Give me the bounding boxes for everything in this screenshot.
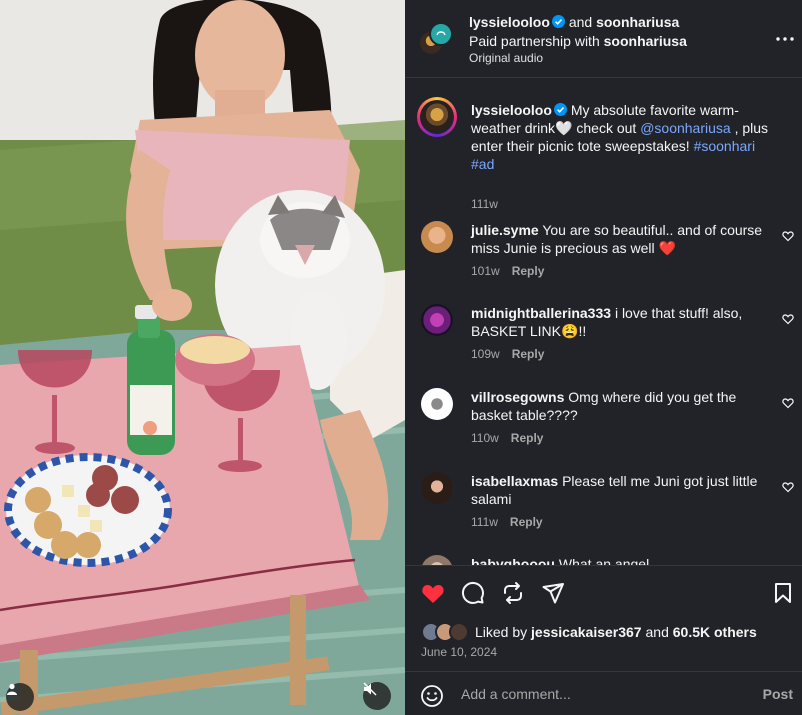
comment-body: What an angel — [558, 556, 650, 565]
heart-filled-icon — [422, 585, 444, 603]
comment-button[interactable] — [460, 580, 486, 606]
repost-button[interactable] — [500, 580, 526, 606]
comment-age[interactable]: 111w — [471, 515, 498, 529]
caption-avatar[interactable] — [417, 97, 457, 137]
reply-button[interactable]: Reply — [512, 347, 545, 361]
audio-label[interactable]: Original audio — [469, 50, 687, 66]
post-media[interactable] — [0, 0, 405, 715]
caption-row: lyssielooloo My absolute favorite warm-w… — [405, 97, 802, 211]
comment-meta: 109w Reply — [471, 347, 544, 361]
mute-button[interactable] — [363, 682, 391, 710]
comment-text: babyghooou What an angel — [471, 555, 771, 565]
comments-list[interactable]: lyssielooloo My absolute favorite warm-w… — [405, 79, 802, 565]
caption-body-2: check out — [576, 120, 637, 136]
caption-text: lyssielooloo My absolute favorite warm-w… — [471, 101, 771, 173]
likes-prefix: Liked by — [475, 624, 528, 640]
comment-meta: 110w Reply — [471, 431, 543, 445]
comment-row: villrosegowns Omg where did you get the … — [405, 388, 802, 448]
partner-username[interactable]: soonhariusa — [604, 33, 687, 49]
liker-avatars — [421, 622, 471, 642]
commenter-avatar[interactable] — [421, 221, 453, 253]
reply-button[interactable]: Reply — [511, 431, 544, 445]
comment-row: isabellaxmas Please tell me Juni got jus… — [405, 472, 802, 532]
commenter-username[interactable]: villrosegowns — [471, 389, 564, 405]
comment-text: isabellaxmas Please tell me Juni got jus… — [471, 472, 771, 508]
comment-meta: 101w Reply — [471, 264, 544, 278]
emoji-picker-icon[interactable] — [420, 684, 444, 708]
commenter-avatar[interactable] — [421, 388, 453, 420]
repost-icon — [504, 582, 522, 604]
likes-summary[interactable]: Liked by jessicakaiser367 and 60.5K othe… — [421, 622, 757, 642]
like-comment-heart-icon[interactable] — [782, 397, 794, 409]
liker-username[interactable]: jessicakaiser367 — [531, 624, 642, 640]
comment-text: julie.syme You are so beautiful.. and of… — [471, 221, 771, 257]
header-connector: and — [568, 14, 593, 30]
comment-emoji: ❤️ — [658, 240, 676, 256]
commenter-username[interactable]: isabellaxmas — [471, 473, 558, 489]
comment-emoji: 😩!! — [561, 323, 587, 339]
comment-text: villrosegowns Omg where did you get the … — [471, 388, 771, 424]
likes-text: Liked by jessicakaiser367 and 60.5K othe… — [475, 624, 757, 640]
post-details-panel: lyssielooloo and soonhariusa Paid partne… — [405, 0, 802, 715]
partnership-label: Paid partnership with — [469, 33, 600, 49]
comment-row: julie.syme You are so beautiful.. and of… — [405, 221, 802, 281]
coauthor-username[interactable]: soonhariusa — [596, 14, 679, 30]
reply-button[interactable]: Reply — [510, 515, 543, 529]
verified-badge-icon — [553, 103, 567, 116]
comment-age[interactable]: 101w — [471, 264, 500, 278]
author-username[interactable]: lyssielooloo — [469, 14, 550, 30]
post-date[interactable]: June 10, 2024 — [421, 645, 497, 659]
collab-avatars[interactable] — [418, 22, 453, 56]
more-dots-icon — [776, 37, 794, 41]
save-button[interactable] — [770, 580, 796, 606]
person-icon — [7, 683, 17, 695]
verified-badge-icon — [551, 15, 565, 28]
like-comment-heart-icon[interactable] — [782, 481, 794, 493]
post-actions: Liked by jessicakaiser367 and 60.5K othe… — [405, 565, 802, 671]
hashtag-link[interactable]: #soonhari — [694, 138, 756, 154]
comment-age[interactable]: 110w — [471, 431, 499, 445]
comment-age[interactable]: 109w — [471, 347, 500, 361]
commenter-avatar[interactable] — [421, 472, 453, 504]
caption-mention-link[interactable]: @soonhariusa — [640, 120, 731, 136]
brand-logo-icon — [436, 31, 446, 36]
likes-connector: and — [645, 624, 669, 640]
comment-input[interactable] — [461, 683, 741, 705]
bookmark-icon — [775, 583, 791, 603]
more-options-button[interactable] — [772, 30, 798, 48]
like-button[interactable] — [420, 580, 446, 606]
paper-plane-icon — [542, 583, 564, 604]
coauthor-avatar[interactable] — [429, 22, 453, 46]
commenter-username[interactable]: midnightballerina333 — [471, 305, 611, 321]
commenter-avatar[interactable] — [421, 304, 453, 336]
comment-bubble-icon — [461, 581, 484, 604]
share-button[interactable] — [540, 580, 566, 606]
comment-text: midnightballerina333 i love that stuff! … — [471, 304, 771, 340]
comment-row: babyghooou What an angel — [405, 555, 802, 565]
hashtag-link[interactable]: #ad — [471, 156, 494, 172]
comment-meta: 111w Reply — [471, 515, 543, 529]
white-heart-emoji: 🤍 — [555, 120, 573, 136]
speaker-muted-icon — [363, 682, 377, 696]
post-video-frame — [0, 0, 405, 715]
caption-username[interactable]: lyssielooloo — [471, 102, 552, 118]
caption-age[interactable]: 111w — [471, 197, 498, 211]
like-comment-heart-icon[interactable] — [782, 230, 794, 242]
commenter-username[interactable]: julie.syme — [471, 222, 539, 238]
commenter-username[interactable]: babyghooou — [471, 556, 555, 565]
like-comment-heart-icon[interactable] — [782, 313, 794, 325]
post-header: lyssielooloo and soonhariusa Paid partne… — [405, 0, 802, 78]
add-comment-bar: Post — [405, 671, 802, 715]
commenter-avatar[interactable] — [421, 555, 453, 565]
comment-row: midnightballerina333 i love that stuff! … — [405, 304, 802, 364]
tagged-user-button[interactable] — [6, 683, 34, 711]
reply-button[interactable]: Reply — [512, 264, 545, 278]
post-comment-button[interactable]: Post — [763, 686, 793, 702]
likes-count[interactable]: 60.5K others — [673, 624, 757, 640]
